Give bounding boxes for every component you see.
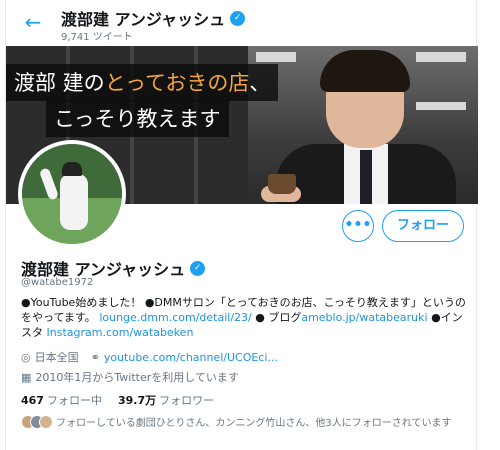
banner-text-highlight: とっておきの店	[104, 71, 250, 95]
banner-person-hair	[320, 50, 410, 92]
verified-badge-icon: ✓	[230, 10, 246, 26]
verified-badge-icon: ✓	[190, 260, 206, 276]
website-link[interactable]: youtube.com/channel/UCOEci...	[104, 351, 278, 364]
more-icon[interactable]: •••	[341, 210, 374, 242]
bio-link-instagram[interactable]: Instagram.com/watabeken	[47, 326, 194, 339]
profile-header-bar: ← 渡部建 アンジャッシュ ✓ 9,741 ツイート	[6, 0, 476, 46]
banner-shelf-item	[256, 52, 296, 62]
joined-text: 2010年1月からTwitterを利用しています	[35, 371, 239, 384]
banner-person-tie	[360, 150, 372, 204]
banner-headline-line2: こっそり教えます	[46, 100, 229, 137]
profile-bio: ●YouTube始めました！ ●DMMサロン「とっておきのお店、こっそり教えます…	[21, 295, 466, 340]
profile-joined-row: ▦ 2010年1月からTwitterを利用しています	[21, 369, 239, 385]
banner-headline-line1: 渡部 建のとっておきの店、	[6, 64, 279, 101]
profile-location: ◎ 日本全国	[21, 349, 79, 365]
followers-label: フォロワー	[159, 394, 215, 407]
location-text: 日本全国	[34, 351, 79, 364]
banner-shelf-item	[416, 52, 466, 62]
profile-meta-row: ◎ 日本全国 ⚭ youtube.com/channel/UCOEci...	[21, 349, 278, 365]
following-stat[interactable]: 467 フォロー中	[21, 392, 102, 408]
followed-by-row[interactable]: フォローしている劇団ひとりさん、カンニング竹山さん、他3人にフォローされています	[21, 414, 451, 429]
followed-by-avatars	[21, 414, 53, 429]
bio-link-blog[interactable]: ameblo.jp/watabearuki	[301, 311, 427, 324]
banner-cup	[268, 174, 296, 194]
bio-text-2: ● ブログ	[251, 311, 302, 324]
header-name-text: 渡部建 アンジャッシュ	[61, 10, 226, 29]
bio-link-dmm[interactable]: lounge.dmm.com/detail/23/	[99, 311, 251, 324]
profile-avatar[interactable]	[18, 140, 126, 248]
profile-page: ← 渡部建 アンジャッシュ ✓ 9,741 ツイート 渡部 建のとっておきの店、…	[5, 0, 478, 450]
banner-shelf-item	[416, 102, 466, 110]
following-label: フォロー中	[46, 394, 102, 407]
avatar-player-cap	[62, 162, 82, 176]
profile-joined: ▦ 2010年1月からTwitterを利用しています	[21, 369, 239, 385]
followers-stat[interactable]: 39.7万 フォロワー	[118, 392, 214, 408]
profile-handle: @watabe1972	[21, 277, 94, 288]
banner-text-name: 渡部 建の	[14, 71, 105, 95]
following-count: 467	[21, 394, 44, 407]
follower-avatar	[39, 414, 53, 429]
tweet-count: 9,741 ツイート	[61, 32, 133, 43]
profile-actions: ••• フォロー	[341, 210, 464, 242]
profile-website: ⚭ youtube.com/channel/UCOEci...	[91, 351, 278, 364]
avatar-player	[60, 174, 88, 230]
followed-by-text: フォローしている劇団ひとりさん、カンニング竹山さん、他3人にフォローされています	[56, 418, 452, 429]
header-display-name: 渡部建 アンジャッシュ ✓	[61, 6, 246, 30]
link-icon: ⚭	[90, 350, 100, 364]
followers-count: 39.7万	[117, 394, 157, 407]
location-pin-icon: ◎	[21, 350, 31, 364]
profile-stats: 467 フォロー中 39.7万 フォロワー	[21, 392, 214, 408]
follow-button[interactable]: フォロー	[381, 210, 464, 242]
back-arrow-icon[interactable]: ←	[20, 9, 46, 35]
calendar-icon: ▦	[21, 370, 32, 384]
banner-text-comma: 、	[249, 71, 271, 95]
